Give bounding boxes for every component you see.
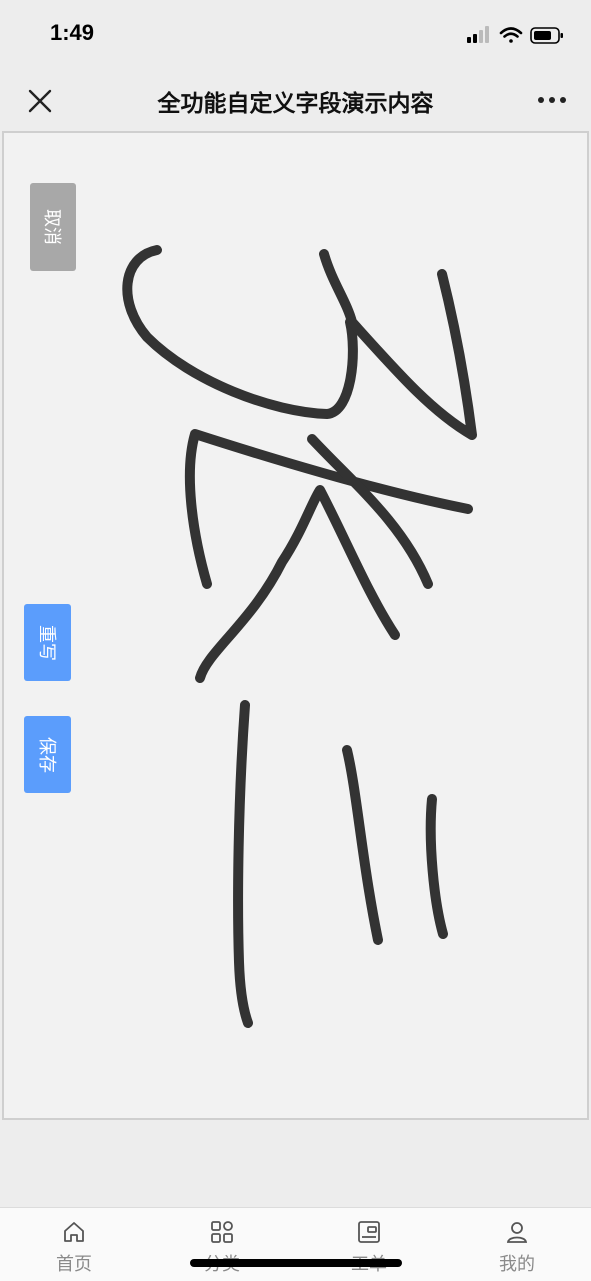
save-button[interactable]: 保存 xyxy=(24,716,71,793)
tab-bar: 首页 分类 工单 我的 xyxy=(0,1207,591,1281)
save-button-label: 保存 xyxy=(35,736,57,773)
status-time: 1:49 xyxy=(50,20,95,45)
cancel-button-label: 取消 xyxy=(41,209,62,245)
cancel-button[interactable]: 取消 xyxy=(30,183,76,271)
signature-canvas[interactable] xyxy=(2,131,589,1120)
tab-category[interactable]: 分类 xyxy=(162,1208,282,1281)
status-icons xyxy=(467,26,563,44)
page-title: 全功能自定义字段演示内容 xyxy=(157,91,434,117)
signature-strokes xyxy=(122,245,477,1028)
nav-bar: 全功能自定义字段演示内容 xyxy=(0,70,591,130)
more-icon[interactable] xyxy=(537,92,567,108)
tab-mine-label: 我的 xyxy=(499,1254,535,1275)
user-icon xyxy=(506,1222,528,1243)
status-bar: 1:49 xyxy=(0,0,591,70)
tab-ticket[interactable]: 工单 xyxy=(309,1208,429,1281)
rewrite-button-label: 重写 xyxy=(35,624,57,661)
battery-icon xyxy=(530,27,563,44)
home-icon xyxy=(64,1222,84,1242)
signal-icon xyxy=(467,26,489,43)
tab-home-label: 首页 xyxy=(56,1254,92,1275)
wifi-icon xyxy=(499,27,523,43)
grid-icon xyxy=(211,1221,233,1243)
rewrite-button[interactable]: 重写 xyxy=(24,604,71,681)
tab-mine[interactable]: 我的 xyxy=(457,1208,577,1281)
home-indicator xyxy=(190,1259,402,1267)
tab-home[interactable]: 首页 xyxy=(14,1208,134,1281)
ticket-icon xyxy=(358,1221,380,1243)
